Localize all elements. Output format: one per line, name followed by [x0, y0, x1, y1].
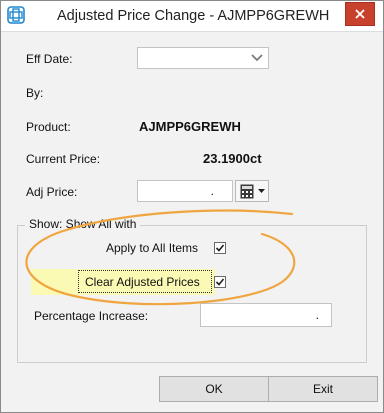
checkmark-icon: [215, 244, 225, 252]
apply-all-checkbox[interactable]: [214, 242, 226, 254]
clear-adjusted-checkbox[interactable]: [214, 276, 226, 288]
percentage-label: Percentage Increase:: [34, 309, 149, 323]
eff-date-label: Eff Date:: [26, 52, 73, 66]
close-icon: [355, 9, 365, 19]
calculator-icon: [240, 184, 254, 199]
ok-button[interactable]: OK: [159, 376, 269, 402]
exit-button[interactable]: Exit: [268, 376, 378, 402]
app-logo-icon: [7, 6, 25, 24]
adj-price-input[interactable]: .: [137, 180, 233, 202]
close-button[interactable]: [345, 2, 375, 26]
dialog-window: Adjusted Price Change - AJMPP6GREWH Eff …: [0, 0, 384, 413]
calculator-button[interactable]: [235, 180, 269, 202]
product-label: Product:: [26, 120, 71, 134]
title-bar: Adjusted Price Change - AJMPP6GREWH: [1, 1, 383, 32]
eff-date-dropdown[interactable]: [137, 47, 269, 69]
show-group-label: Show: Show All with: [25, 217, 141, 231]
chevron-down-icon: [251, 54, 263, 62]
clear-adjusted-label: Clear Adjusted Prices: [85, 275, 200, 289]
apply-all-label: Apply to All Items: [106, 241, 199, 255]
window-title: Adjusted Price Change - AJMPP6GREWH: [57, 8, 330, 24]
dropdown-arrow-icon: [258, 189, 265, 193]
adj-price-label: Adj Price:: [26, 185, 78, 199]
percentage-input[interactable]: .: [200, 303, 332, 327]
checkmark-icon: [215, 278, 225, 286]
current-price-label: Current Price:: [26, 152, 101, 166]
product-value: AJMPP6GREWH: [139, 119, 241, 134]
current-price-value: 23.1900ct: [203, 151, 262, 166]
by-label: By:: [26, 86, 44, 100]
